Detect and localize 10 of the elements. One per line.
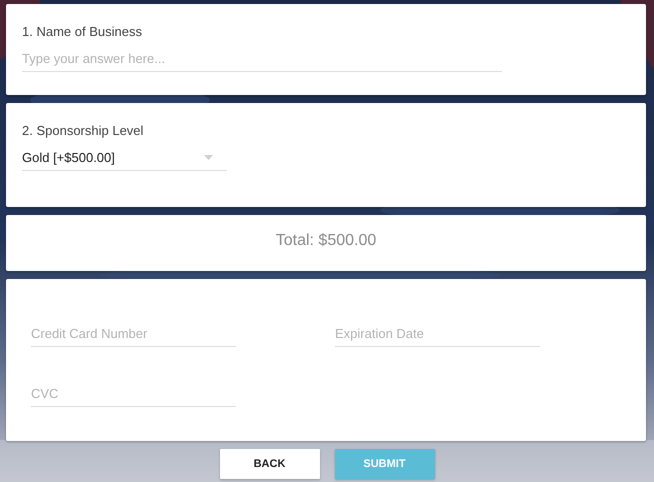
text-field[interactable]: Type your answer here...	[22, 48, 502, 72]
text-field[interactable]: CVC	[31, 383, 236, 407]
dropdown[interactable]: Gold [+$500.00]	[22, 147, 227, 171]
text-field[interactable]: Credit Card Number	[31, 323, 236, 347]
text-field[interactable]: Expiration Date	[335, 323, 540, 347]
caret-icon	[204, 155, 213, 160]
question-label: 1. Name of Business	[22, 24, 143, 39]
total-amount: Total: $500.00	[274, 232, 378, 250]
back-button[interactable]: BACK	[220, 449, 320, 479]
question-label: 2. Sponsorship Level	[22, 123, 144, 138]
